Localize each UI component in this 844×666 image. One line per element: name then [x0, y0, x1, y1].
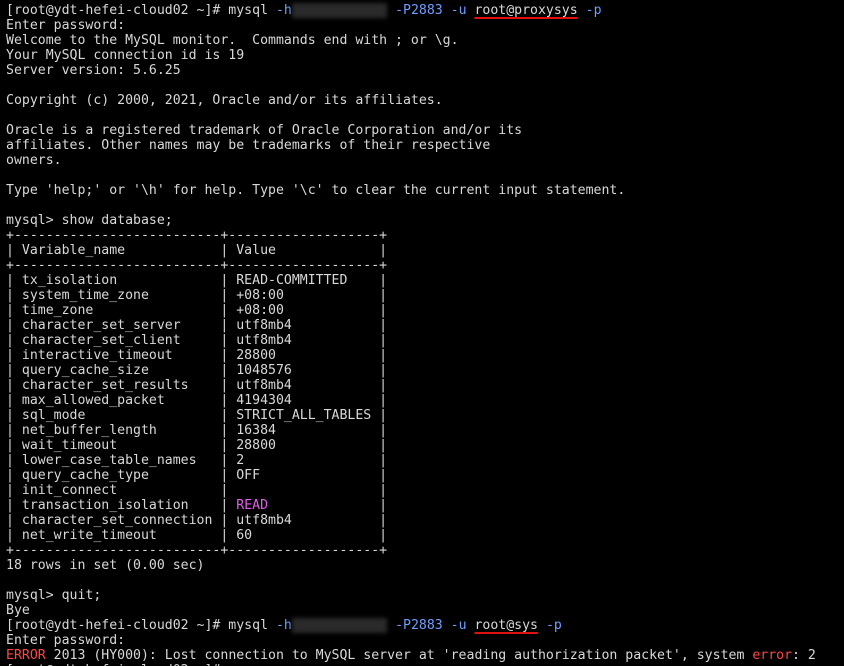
terminal-line: | query_cache_type | OFF | [6, 468, 844, 483]
terminal-text: -p [538, 618, 562, 633]
terminal-text: | [268, 498, 388, 513]
terminal-line: | Variable_name | Value | [6, 243, 844, 258]
terminal-line: Oracle is a registered trademark of Orac… [6, 123, 844, 138]
terminal-line: Server version: 5.6.25 [6, 63, 844, 78]
terminal-line: | lower_case_table_names | 2 | [6, 453, 844, 468]
terminal-text: | character_set_client | utf8mb4 | [6, 333, 388, 348]
terminal-line: | query_cache_size | 1048576 | [6, 363, 844, 378]
terminal-line: | init_connect | | [6, 483, 844, 498]
terminal-text: -h [275, 618, 292, 633]
terminal-text: +--------------------------+------------… [6, 258, 388, 273]
terminal-line: | system_time_zone | +08:00 | [6, 288, 844, 303]
terminal-text: root@sys [474, 618, 538, 633]
redacted-host [291, 3, 388, 18]
terminal-text: affiliates. Other names may be trademark… [6, 138, 491, 153]
terminal-line: Your MySQL connection id is 19 [6, 48, 844, 63]
terminal-line: | character_set_connection | utf8mb4 | [6, 513, 844, 528]
terminal-text: | max_allowed_packet | 4194304 | [6, 393, 388, 408]
terminal-line: | tx_isolation | READ-COMMITTED | [6, 273, 844, 288]
terminal-text: | system_time_zone | +08:00 | [6, 288, 388, 303]
terminal-text: ERROR [6, 648, 46, 663]
terminal-line: | character_set_client | utf8mb4 | [6, 333, 844, 348]
terminal-text: | character_set_server | utf8mb4 | [6, 318, 388, 333]
terminal-line: | time_zone | +08:00 | [6, 303, 844, 318]
terminal-line: Enter password: [6, 633, 844, 648]
terminal-text: | transaction_isolation | [6, 498, 237, 513]
terminal-text: owners. [6, 153, 62, 168]
terminal-text: | tx_isolation | READ-COMMITTED | [6, 273, 388, 288]
terminal-text: | init_connect | | [6, 483, 388, 498]
terminal-text: | net_write_timeout | 60 | [6, 528, 388, 543]
terminal-line: mysql> quit; [6, 588, 844, 603]
terminal-line: | sql_mode | STRICT_ALL_TABLES | [6, 408, 844, 423]
terminal-text: | query_cache_type | OFF | [6, 468, 388, 483]
terminal-line: | max_allowed_packet | 4194304 | [6, 393, 844, 408]
terminal-line: ERROR 2013 (HY000): Lost connection to M… [6, 648, 844, 663]
terminal-text: -P2883 -u [387, 3, 475, 18]
terminal-text: 18 rows in set (0.00 sec) [6, 558, 205, 573]
terminal-text: +--------------------------+------------… [6, 543, 388, 558]
terminal-line: | transaction_isolation | READ | [6, 498, 844, 513]
terminal-line: +--------------------------+------------… [6, 543, 844, 558]
terminal-line: mysql> show database; [6, 213, 844, 228]
terminal-text: | time_zone | +08:00 | [6, 303, 388, 318]
terminal-text: | lower_case_table_names | 2 | [6, 453, 388, 468]
terminal-line: Welcome to the MySQL monitor. Commands e… [6, 33, 844, 48]
terminal-text: Oracle is a registered trademark of Orac… [6, 123, 523, 138]
terminal-line: | net_buffer_length | 16384 | [6, 423, 844, 438]
terminal-text: Enter password: [6, 18, 126, 33]
terminal-window[interactable]: [root@ydt-hefei-cloud02 ~]# mysql -h -P2… [0, 0, 844, 666]
terminal-text: | sql_mode | STRICT_ALL_TABLES | [6, 408, 388, 423]
terminal-text: | Variable_name | Value | [6, 243, 388, 258]
terminal-text: 2013 (HY000): Lost connection to MySQL s… [45, 648, 753, 663]
terminal-text: | net_buffer_length | 16384 | [6, 423, 388, 438]
terminal-line: | net_write_timeout | 60 | [6, 528, 844, 543]
terminal-line: [root@ydt-hefei-cloud02 ~]# mysql -h -P2… [6, 3, 844, 18]
terminal-text: READ [236, 498, 269, 513]
terminal-text: Server version: 5.6.25 [6, 63, 181, 78]
terminal-text: Your MySQL connection id is 19 [6, 48, 245, 63]
terminal-text: Enter password: [6, 633, 126, 648]
terminal-text: Type 'help;' or '\h' for help. Type '\c'… [6, 183, 626, 198]
terminal-line: Copyright (c) 2000, 2021, Oracle and/or … [6, 93, 844, 108]
terminal-text: Copyright (c) 2000, 2021, Oracle and/or … [6, 93, 443, 108]
terminal-line: +--------------------------+------------… [6, 258, 844, 273]
terminal-text: +--------------------------+------------… [6, 228, 388, 243]
terminal-text: : 2 [792, 648, 816, 663]
terminal-line: | character_set_results | utf8mb4 | [6, 378, 844, 393]
terminal-text: -h [275, 3, 292, 18]
terminal-line: +--------------------------+------------… [6, 228, 844, 243]
terminal-text: | character_set_connection | utf8mb4 | [6, 513, 388, 528]
terminal-text: [root@ydt-hefei-cloud02 ~]# mysql [6, 618, 276, 633]
terminal-text: error [752, 648, 793, 663]
terminal-text: | query_cache_size | 1048576 | [6, 363, 388, 378]
terminal-text: | wait_timeout | 28800 | [6, 438, 388, 453]
terminal-line: Type 'help;' or '\h' for help. Type '\c'… [6, 183, 844, 198]
redacted-host [291, 618, 388, 633]
terminal-line: | wait_timeout | 28800 | [6, 438, 844, 453]
terminal-text: -P2883 -u [387, 618, 475, 633]
terminal-line: Enter password: [6, 18, 844, 33]
terminal-line: | character_set_server | utf8mb4 | [6, 318, 844, 333]
terminal-text: root@proxysys [474, 3, 578, 18]
terminal-line: [root@ydt-hefei-cloud02 ~]# mysql -h -P2… [6, 618, 844, 633]
terminal-text: mysql> quit; [6, 588, 102, 603]
terminal-text: Welcome to the MySQL monitor. Commands e… [6, 33, 459, 48]
terminal-text: [root@ydt-hefei-cloud02 ~]# mysql [6, 3, 276, 18]
terminal-text: | interactive_timeout | 28800 | [6, 348, 388, 363]
terminal-line: 18 rows in set (0.00 sec) [6, 558, 844, 573]
terminal-text: mysql> show database; [6, 213, 173, 228]
terminal-line: affiliates. Other names may be trademark… [6, 138, 844, 153]
terminal-text: | character_set_results | utf8mb4 | [6, 378, 388, 393]
terminal-text: Bye [6, 603, 30, 618]
terminal-text: -p [577, 3, 602, 18]
terminal-line: owners. [6, 153, 844, 168]
terminal-line: | interactive_timeout | 28800 | [6, 348, 844, 363]
terminal-line: Bye [6, 603, 844, 618]
